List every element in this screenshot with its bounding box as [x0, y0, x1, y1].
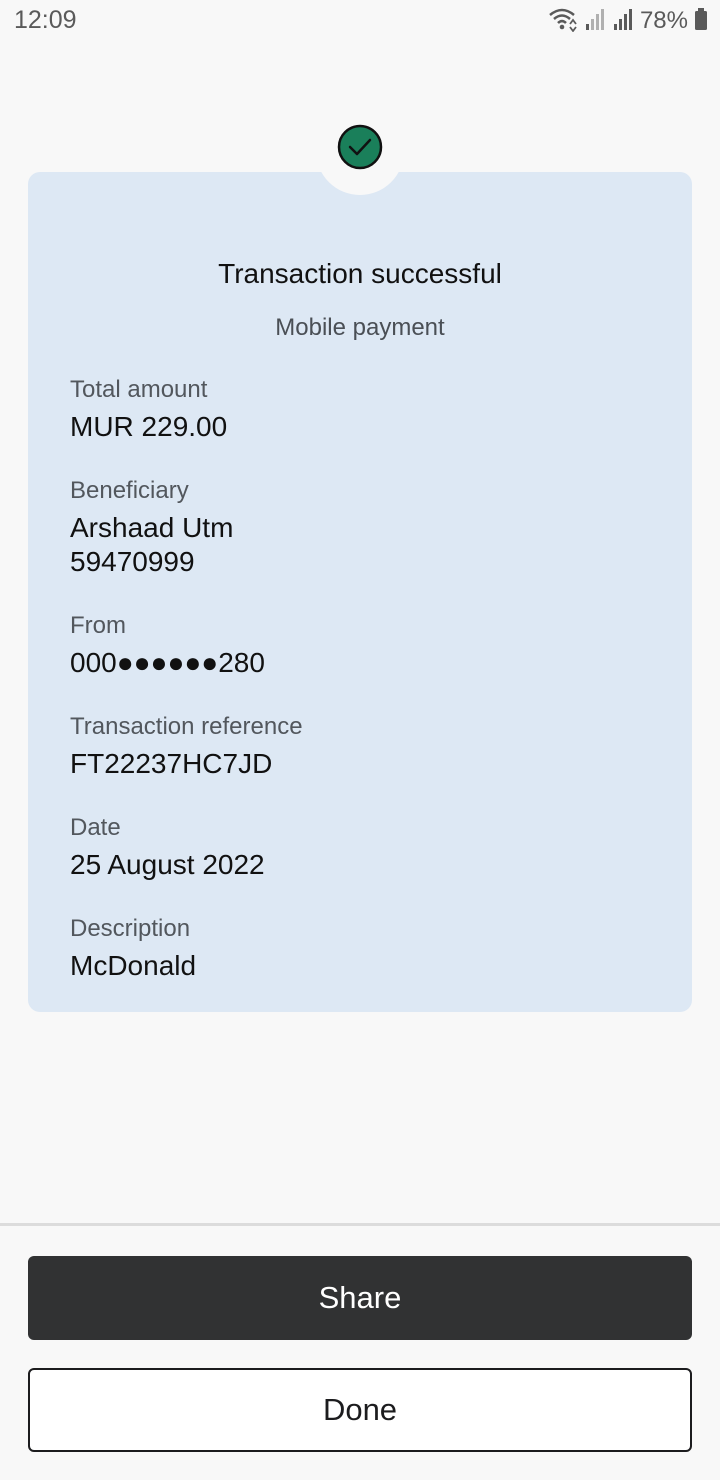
status-time: 12:09	[14, 6, 77, 34]
date-label: Date	[70, 814, 121, 841]
beneficiary-label: Beneficiary	[70, 477, 189, 504]
description-label: Description	[70, 915, 191, 942]
actions-divider	[0, 1223, 720, 1226]
status-bar: 12:09 78%	[0, 0, 720, 44]
date-value: 25 August 2022	[70, 849, 265, 880]
description-value: McDonald	[70, 950, 197, 981]
battery-percent: 78%	[639, 7, 688, 34]
transaction-reference-label: Transaction reference	[70, 713, 303, 740]
total-amount-value: MUR 229.00	[70, 411, 228, 442]
transaction-status-title: Transaction successful	[218, 258, 502, 289]
from-account-value: 000●●●●●●280	[70, 647, 265, 678]
beneficiary-name-value: Arshaad Utm	[70, 512, 234, 543]
transaction-type-subtitle: Mobile payment	[275, 314, 445, 341]
signal-icon	[612, 7, 634, 36]
receipt-card	[28, 172, 692, 1012]
share-button[interactable]: Share	[28, 1256, 692, 1340]
check-circle-icon	[337, 124, 383, 170]
done-button[interactable]: Done	[28, 1368, 692, 1452]
wifi-icon	[548, 6, 578, 37]
transaction-reference-value: FT22237HC7JD	[70, 748, 273, 779]
beneficiary-number-value: 59470999	[70, 546, 195, 577]
signal-icon	[584, 7, 606, 36]
status-icons: 78%	[548, 6, 708, 36]
total-amount-label: Total amount	[70, 376, 208, 403]
battery-icon	[694, 7, 708, 36]
from-label: From	[70, 612, 126, 639]
